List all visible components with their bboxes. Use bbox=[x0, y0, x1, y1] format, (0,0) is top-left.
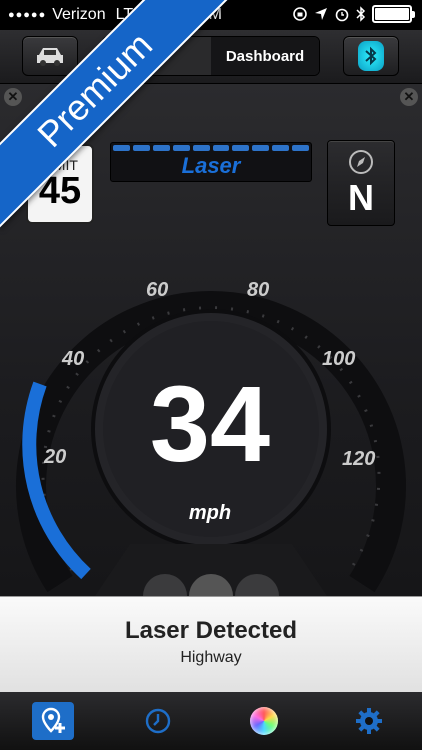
clock-icon bbox=[146, 708, 171, 734]
tab-colors[interactable] bbox=[211, 692, 317, 750]
tick-label-100: 100 bbox=[322, 348, 356, 370]
tick-label-120: 120 bbox=[342, 448, 376, 470]
alarm-clock-icon bbox=[335, 8, 349, 22]
car-icon bbox=[37, 48, 63, 66]
bluetooth-icon bbox=[358, 41, 384, 71]
top-toolbar: Dashboard bbox=[0, 30, 422, 84]
car-button[interactable] bbox=[22, 36, 78, 76]
tick-label-20: 20 bbox=[44, 446, 67, 468]
bottom-tab-bar bbox=[0, 692, 422, 750]
location-arrow-icon bbox=[315, 8, 327, 20]
speed-unit: mph bbox=[188, 502, 232, 524]
settings-icon bbox=[356, 708, 383, 734]
current-speed: 34 bbox=[149, 363, 271, 484]
notification-subtitle: Highway bbox=[180, 649, 242, 666]
battery-icon bbox=[372, 5, 415, 23]
rotation-lock-icon bbox=[293, 7, 307, 21]
add-location-icon bbox=[31, 702, 74, 740]
tab-settings[interactable] bbox=[317, 692, 422, 750]
battery-level bbox=[375, 8, 409, 20]
bluetooth-status-icon bbox=[356, 6, 366, 22]
notification-title: Laser Detected bbox=[124, 617, 298, 644]
status-icons bbox=[292, 5, 415, 23]
tab-dashboard[interactable]: Dashboard bbox=[211, 37, 319, 75]
bluetooth-button[interactable] bbox=[343, 36, 399, 76]
carrier-label: Verizon bbox=[52, 6, 106, 23]
tick-label-80: 80 bbox=[247, 279, 270, 301]
color-wheel-icon bbox=[249, 707, 278, 735]
tab-add-location[interactable] bbox=[0, 692, 106, 750]
tick-label-60: 60 bbox=[146, 279, 169, 301]
tick-label-40: 40 bbox=[62, 348, 85, 370]
signal-strength-icon: ●●●●● bbox=[8, 9, 47, 21]
alert-notification[interactable]: Laser Detected Highway bbox=[0, 596, 422, 692]
tab-history[interactable] bbox=[106, 692, 212, 750]
